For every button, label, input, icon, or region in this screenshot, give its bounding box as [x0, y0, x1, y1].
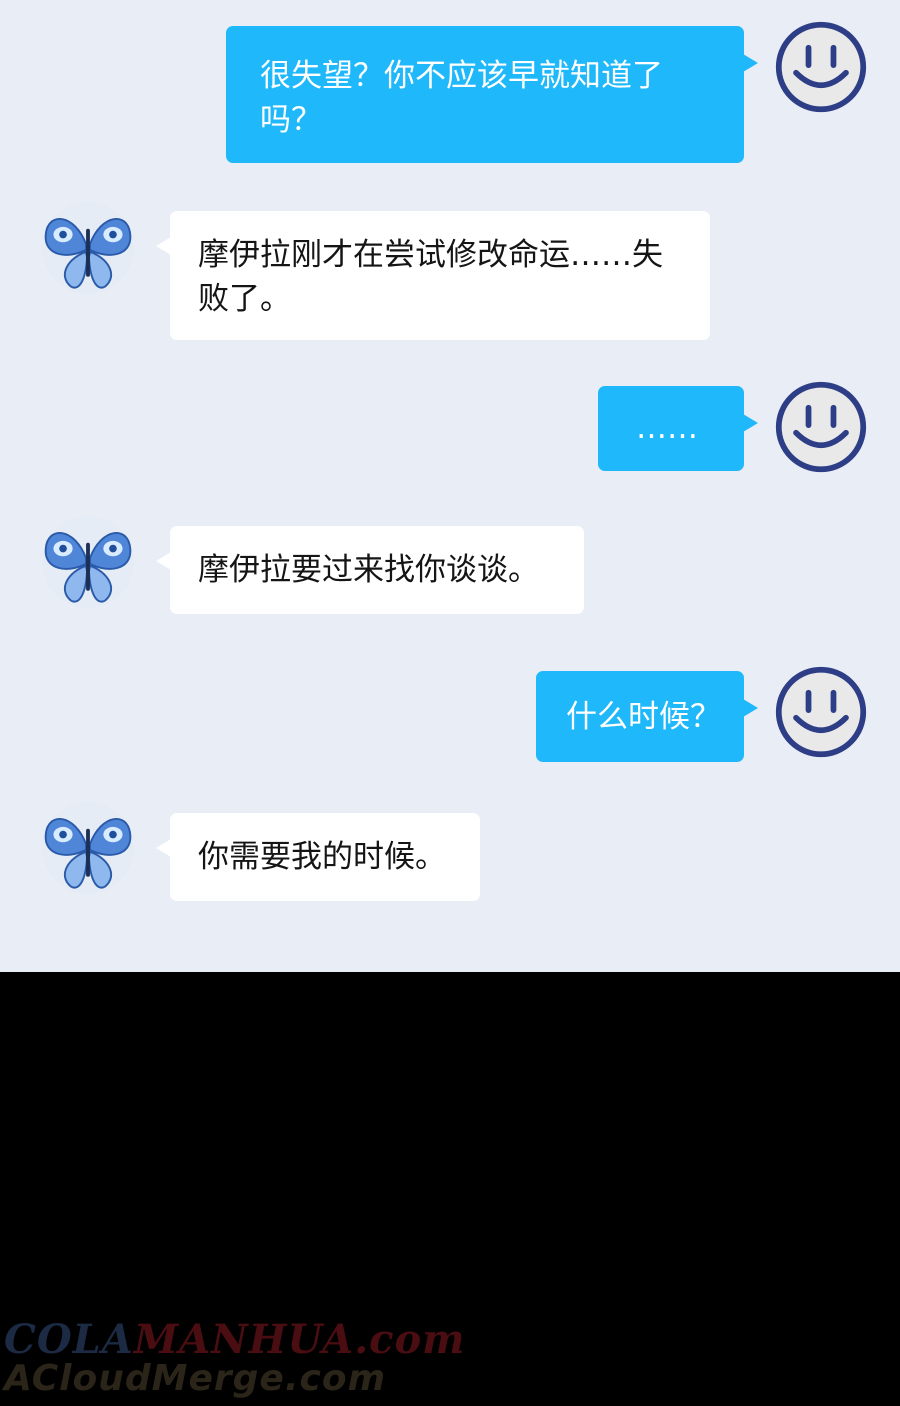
message-text: 摩伊拉要过来找你谈谈。: [198, 552, 539, 588]
butterfly-avatar-icon[interactable]: [40, 514, 136, 610]
butterfly-avatar-icon[interactable]: [40, 200, 136, 296]
message-bubble-incoming[interactable]: 摩伊拉要过来找你谈谈。: [156, 526, 584, 614]
butterfly-avatar-icon[interactable]: [40, 800, 136, 896]
watermark-prefix: COLA: [4, 1316, 134, 1363]
message-text: ……: [636, 410, 698, 446]
smiley-avatar-icon[interactable]: [773, 19, 869, 115]
message-text: 你需要我的时候。: [198, 839, 446, 875]
message-bubble-incoming[interactable]: 你需要我的时候。: [156, 813, 480, 901]
chat-area: 很失望？你不应该早就知道了吗？ 摩伊拉刚才在尝试修改命运……失败了。 …… 摩伊…: [0, 0, 900, 972]
message-bubble-outgoing[interactable]: 很失望？你不应该早就知道了吗？: [226, 26, 758, 163]
smiley-avatar-icon[interactable]: [773, 379, 869, 475]
watermark-colamanhua: COLAMANHUA.com: [4, 1316, 465, 1363]
watermark-acloudmerge: ACloudMerge.com: [4, 1358, 387, 1399]
smiley-avatar-icon[interactable]: [773, 664, 869, 760]
message-text: 摩伊拉刚才在尝试修改命运……失败了。: [198, 237, 663, 317]
message-bubble-outgoing[interactable]: ……: [598, 386, 758, 471]
message-bubble-outgoing[interactable]: 什么时候？: [536, 671, 758, 762]
message-bubble-incoming[interactable]: 摩伊拉刚才在尝试修改命运……失败了。: [156, 211, 710, 340]
message-text: 什么时候？: [566, 699, 721, 735]
message-text: 很失望？你不应该早就知道了吗？: [260, 58, 663, 138]
watermark-suffix: MANHUA.com: [133, 1316, 466, 1363]
